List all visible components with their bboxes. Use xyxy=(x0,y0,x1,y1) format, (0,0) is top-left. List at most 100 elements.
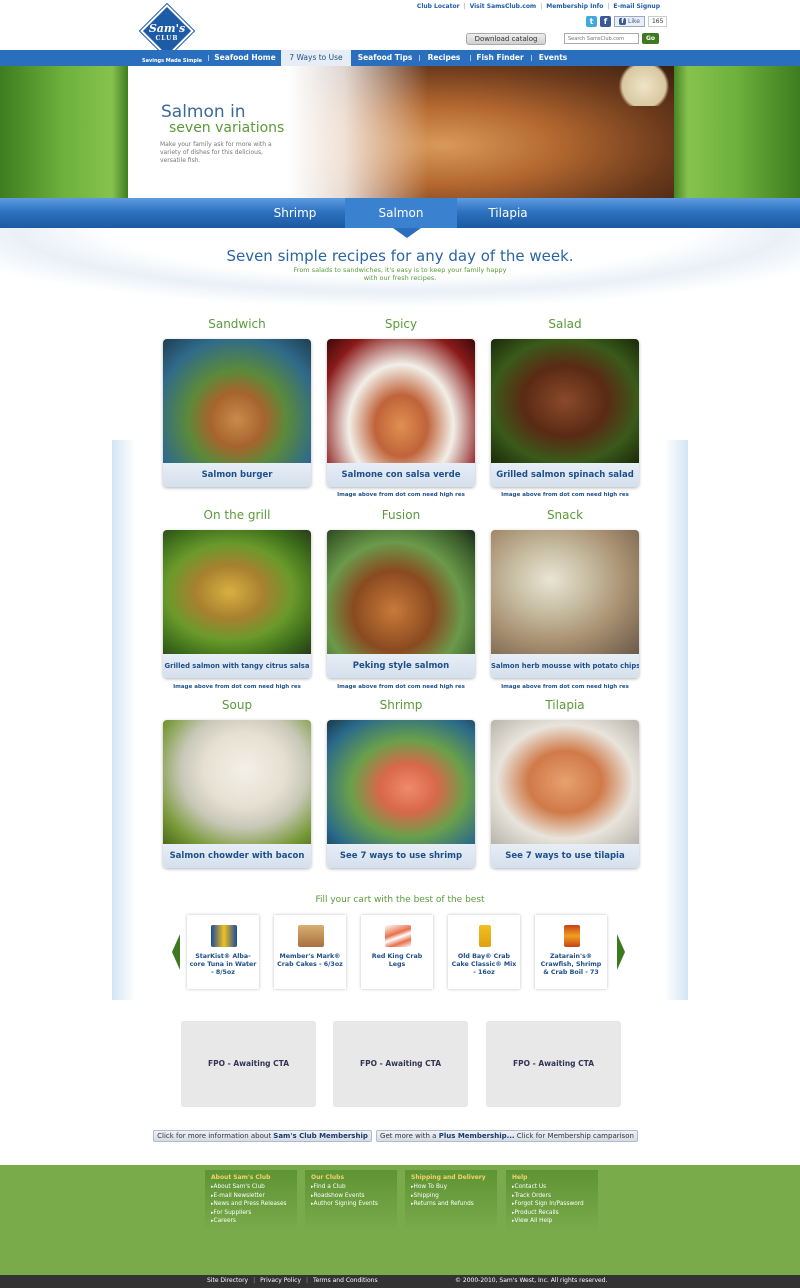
footer-link[interactable]: E-mail Newsletter xyxy=(211,1192,291,1201)
recipe-caption[interactable]: Salmone con salsa verde xyxy=(327,463,475,487)
nav-events[interactable]: Events xyxy=(535,50,571,66)
footer-link[interactable]: How To Buy xyxy=(411,1183,491,1192)
membership-info-button[interactable]: Click for more information about Sam's C… xyxy=(153,1130,372,1142)
footer-link[interactable]: Author Signing Events xyxy=(311,1200,391,1209)
recipe-caption[interactable]: Salmon herb mousse with potato chips xyxy=(491,654,639,678)
image-note: Image above from dot com need high res xyxy=(337,492,465,498)
carousel-prev-arrow[interactable] xyxy=(172,934,180,970)
terms-link[interactable]: Terms and Conditions xyxy=(313,1277,378,1284)
recipe-card-soup[interactable]: Salmon chowder with bacon xyxy=(163,720,311,868)
footer-link[interactable]: Forgot Sign In/Password xyxy=(512,1200,592,1209)
nav-seafood-tips[interactable]: Seafood Tips xyxy=(355,50,415,66)
plus-membership-button[interactable]: Get more with a Plus Membership... Click… xyxy=(376,1130,638,1142)
product-name[interactable]: Red King Crab Legs xyxy=(363,953,431,969)
email-signup-link[interactable]: E-mail Signup xyxy=(613,3,660,10)
recipe-card-tilapia[interactable]: See 7 ways to use tilapia xyxy=(491,720,639,868)
recipe-caption[interactable]: Salmon chowder with bacon xyxy=(163,844,311,868)
search-input[interactable] xyxy=(564,33,639,44)
image-note: Image above from dot com need high res xyxy=(501,684,629,690)
product-name[interactable]: Member's Mark® Crab Cakes - 6/3oz xyxy=(276,953,344,969)
footer-link[interactable]: Careers xyxy=(211,1217,291,1226)
twitter-icon[interactable]: t xyxy=(586,15,597,27)
footer-col-shipping: Shipping and Delivery How To Buy Shippin… xyxy=(405,1170,497,1230)
nav-recipes[interactable]: Recipes xyxy=(423,50,465,66)
nav-7-ways[interactable]: 7 Ways to Use xyxy=(281,50,351,66)
recipe-card-snack[interactable]: Salmon herb mousse with potato chips xyxy=(491,530,639,678)
product-name[interactable]: StarKist® Alba-core Tuna in Water - 8/5o… xyxy=(189,953,257,977)
recipe-card-spicy[interactable]: Salmone con salsa verde xyxy=(327,339,475,487)
footer-link[interactable]: For Suppliers xyxy=(211,1209,291,1218)
tab-salmon[interactable]: Salmon xyxy=(345,198,457,228)
recipe-caption[interactable]: Grilled salmon with tangy citrus salsa xyxy=(163,654,311,678)
footer-link[interactable]: Roadshow Events xyxy=(311,1192,391,1201)
image-note: Image above from dot com need high res xyxy=(501,492,629,498)
salmon-hero-image xyxy=(288,66,674,198)
nav-separator xyxy=(419,55,420,61)
cta-placeholder-1[interactable]: FPO - Awaiting CTA xyxy=(181,1021,316,1107)
old-bay-image xyxy=(479,925,491,947)
recipe-card-sandwich[interactable]: Salmon burger xyxy=(163,339,311,487)
site-directory-link[interactable]: Site Directory xyxy=(207,1277,248,1284)
footer-link[interactable]: Find a Club xyxy=(311,1183,391,1192)
category-label: On the grill xyxy=(203,508,271,522)
tagline: Savings Made Simple xyxy=(142,58,203,64)
main-subheadline: From salads to sandwiches, it's easy is … xyxy=(293,266,507,282)
like-label: Like xyxy=(628,17,640,25)
hero-title-line2: seven variations xyxy=(169,120,285,136)
footer-col-title: About Sam's Club xyxy=(211,1174,271,1181)
tab-shrimp[interactable]: Shrimp xyxy=(247,198,343,228)
recipe-caption[interactable]: See 7 ways to use shrimp xyxy=(327,844,475,868)
footer-link[interactable]: News and Press Releases xyxy=(211,1200,291,1209)
product-king-crab[interactable]: Red King Crab Legs xyxy=(361,915,433,989)
footer-link[interactable]: Returns and Refunds xyxy=(411,1200,491,1209)
starkist-image xyxy=(211,925,237,947)
recipe-card-grill[interactable]: Grilled salmon with tangy citrus salsa xyxy=(163,530,311,678)
main-headline: Seven simple recipes for any day of the … xyxy=(226,247,574,265)
recipe-card-salad[interactable]: Grilled salmon spinach salad xyxy=(491,339,639,487)
footer-link[interactable]: Track Orders xyxy=(512,1192,592,1201)
citrus-salsa-image xyxy=(163,530,311,654)
tab-tilapia[interactable]: Tilapia xyxy=(459,198,557,228)
recipe-caption[interactable]: Salmon burger xyxy=(163,463,311,487)
king-crab-image xyxy=(385,925,411,947)
category-label: Fusion xyxy=(381,508,421,522)
recipe-card-shrimp[interactable]: See 7 ways to use shrimp xyxy=(327,720,475,868)
product-name[interactable]: Old Bay® Crab Cake Classic® Mix - 16oz xyxy=(450,953,518,977)
footer-link[interactable]: Shipping xyxy=(411,1192,491,1201)
download-catalog-button[interactable]: Download catalog xyxy=(466,33,546,45)
product-name[interactable]: Zatarain's® Crawfish, Shrimp & Crab Boil… xyxy=(537,953,605,977)
recipe-caption[interactable]: Peking style salmon xyxy=(327,654,475,678)
cta-placeholder-2[interactable]: FPO - Awaiting CTA xyxy=(333,1021,468,1107)
logo-text[interactable]: Sam's CLUB xyxy=(142,23,192,44)
category-label: Sandwich xyxy=(208,317,266,331)
category-label: Salad xyxy=(548,317,582,331)
recipe-card-fusion[interactable]: Peking style salmon xyxy=(327,530,475,678)
footer-link[interactable]: Product Recalls xyxy=(512,1209,592,1218)
product-starkist[interactable]: StarKist® Alba-core Tuna in Water - 8/5o… xyxy=(187,915,259,989)
copyright: © 2000-2010, Sam's West, Inc. All rights… xyxy=(455,1277,608,1284)
recipe-caption[interactable]: Grilled salmon spinach salad xyxy=(491,463,639,487)
recipe-caption[interactable]: See 7 ways to use tilapia xyxy=(491,844,639,868)
visit-samsclub-link[interactable]: Visit SamsClub.com xyxy=(470,3,537,10)
club-locator-link[interactable]: Club Locator xyxy=(417,3,460,10)
category-label: Tilapia xyxy=(545,698,585,712)
facebook-small-icon: f xyxy=(619,17,626,25)
header xyxy=(0,0,800,50)
footer-link[interactable]: About Sam's Club xyxy=(211,1183,291,1192)
search-go-button[interactable]: Go xyxy=(642,33,659,44)
footer-link[interactable]: Contact Us xyxy=(512,1183,592,1192)
hero-description: Make your family ask for more with a var… xyxy=(160,141,272,164)
product-old-bay[interactable]: Old Bay® Crab Cake Classic® Mix - 16oz xyxy=(448,915,520,989)
facebook-like-button[interactable]: f Like xyxy=(614,15,645,27)
privacy-policy-link[interactable]: Privacy Policy xyxy=(260,1277,301,1284)
nav-fish-finder[interactable]: Fish Finder xyxy=(474,50,526,66)
membership-info-link[interactable]: Membership Info xyxy=(546,3,603,10)
facebook-icon[interactable]: f xyxy=(600,15,611,27)
product-crab-cakes[interactable]: Member's Mark® Crab Cakes - 6/3oz xyxy=(274,915,346,989)
product-zatarains[interactable]: Zatarain's® Crawfish, Shrimp & Crab Boil… xyxy=(535,915,607,989)
cta-placeholder-3[interactable]: FPO - Awaiting CTA xyxy=(486,1021,621,1107)
footer-link[interactable]: View All Help xyxy=(512,1217,592,1226)
carousel-next-arrow[interactable] xyxy=(617,934,625,970)
nav-separator xyxy=(531,55,532,61)
nav-seafood-home[interactable]: Seafood Home xyxy=(212,50,278,66)
